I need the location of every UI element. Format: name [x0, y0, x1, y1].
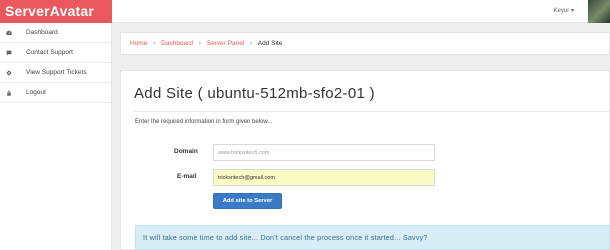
email-field[interactable] [213, 169, 435, 186]
sidebar-item-label: Dashboard [26, 29, 58, 36]
sidebar-item-dashboard[interactable]: Dashboard [0, 23, 112, 43]
breadcrumb-server-panel[interactable]: Server Panel [207, 40, 245, 47]
domain-label: Domain [174, 148, 198, 155]
sidebar-item-label: Contact Support [26, 49, 73, 56]
breadcrumb-dashboard[interactable]: Dashboard [161, 40, 193, 47]
sidebar-item-view-support-tickets[interactable]: View Support Tickets [0, 63, 112, 83]
lock-icon [6, 88, 18, 98]
breadcrumb-separator: › [198, 40, 201, 47]
sidebar: ServerAvatar Dashboard Contact Support V… [0, 0, 112, 250]
breadcrumb-separator: › [250, 40, 253, 47]
sidebar-item-contact-support[interactable]: Contact Support [0, 43, 112, 63]
user-menu[interactable]: Keyur ▾ [554, 7, 574, 14]
breadcrumb: Home › Dashboard › Server Panel › Add Si… [120, 32, 610, 55]
avatar[interactable] [588, 0, 610, 23]
breadcrumb-current: Add Site [257, 40, 283, 47]
sidebar-item-label: Logout [26, 89, 46, 96]
breadcrumb-separator: › [153, 40, 156, 47]
email-label: E-mail [177, 173, 197, 180]
breadcrumb-home[interactable]: Home [130, 40, 147, 47]
info-alert: It will take some time to add site... Do… [135, 225, 610, 250]
divider [134, 111, 609, 112]
sidebar-menu: Dashboard Contact Support View Support T… [0, 23, 112, 103]
top-bar: Keyur ▾ [112, 0, 610, 23]
dashboard-icon [6, 28, 18, 38]
sidebar-item-logout[interactable]: Logout [0, 83, 112, 103]
page-title: Add Site ( ubuntu-512mb-sfo2-01 ) [134, 85, 375, 102]
add-site-button[interactable]: Add site to Server [213, 193, 282, 209]
add-site-panel: Add Site ( ubuntu-512mb-sfo2-01 ) Enter … [120, 70, 610, 250]
domain-input[interactable] [213, 144, 435, 161]
form-description: Enter the required information in form g… [135, 119, 273, 125]
brand-logo[interactable]: ServerAvatar [0, 0, 112, 23]
user-name: Keyur [553, 8, 570, 14]
sidebar-item-label: View Support Tickets [26, 69, 87, 76]
ticket-icon [6, 68, 18, 78]
chat-icon [6, 48, 18, 58]
chevron-down-icon: ▾ [570, 8, 574, 14]
